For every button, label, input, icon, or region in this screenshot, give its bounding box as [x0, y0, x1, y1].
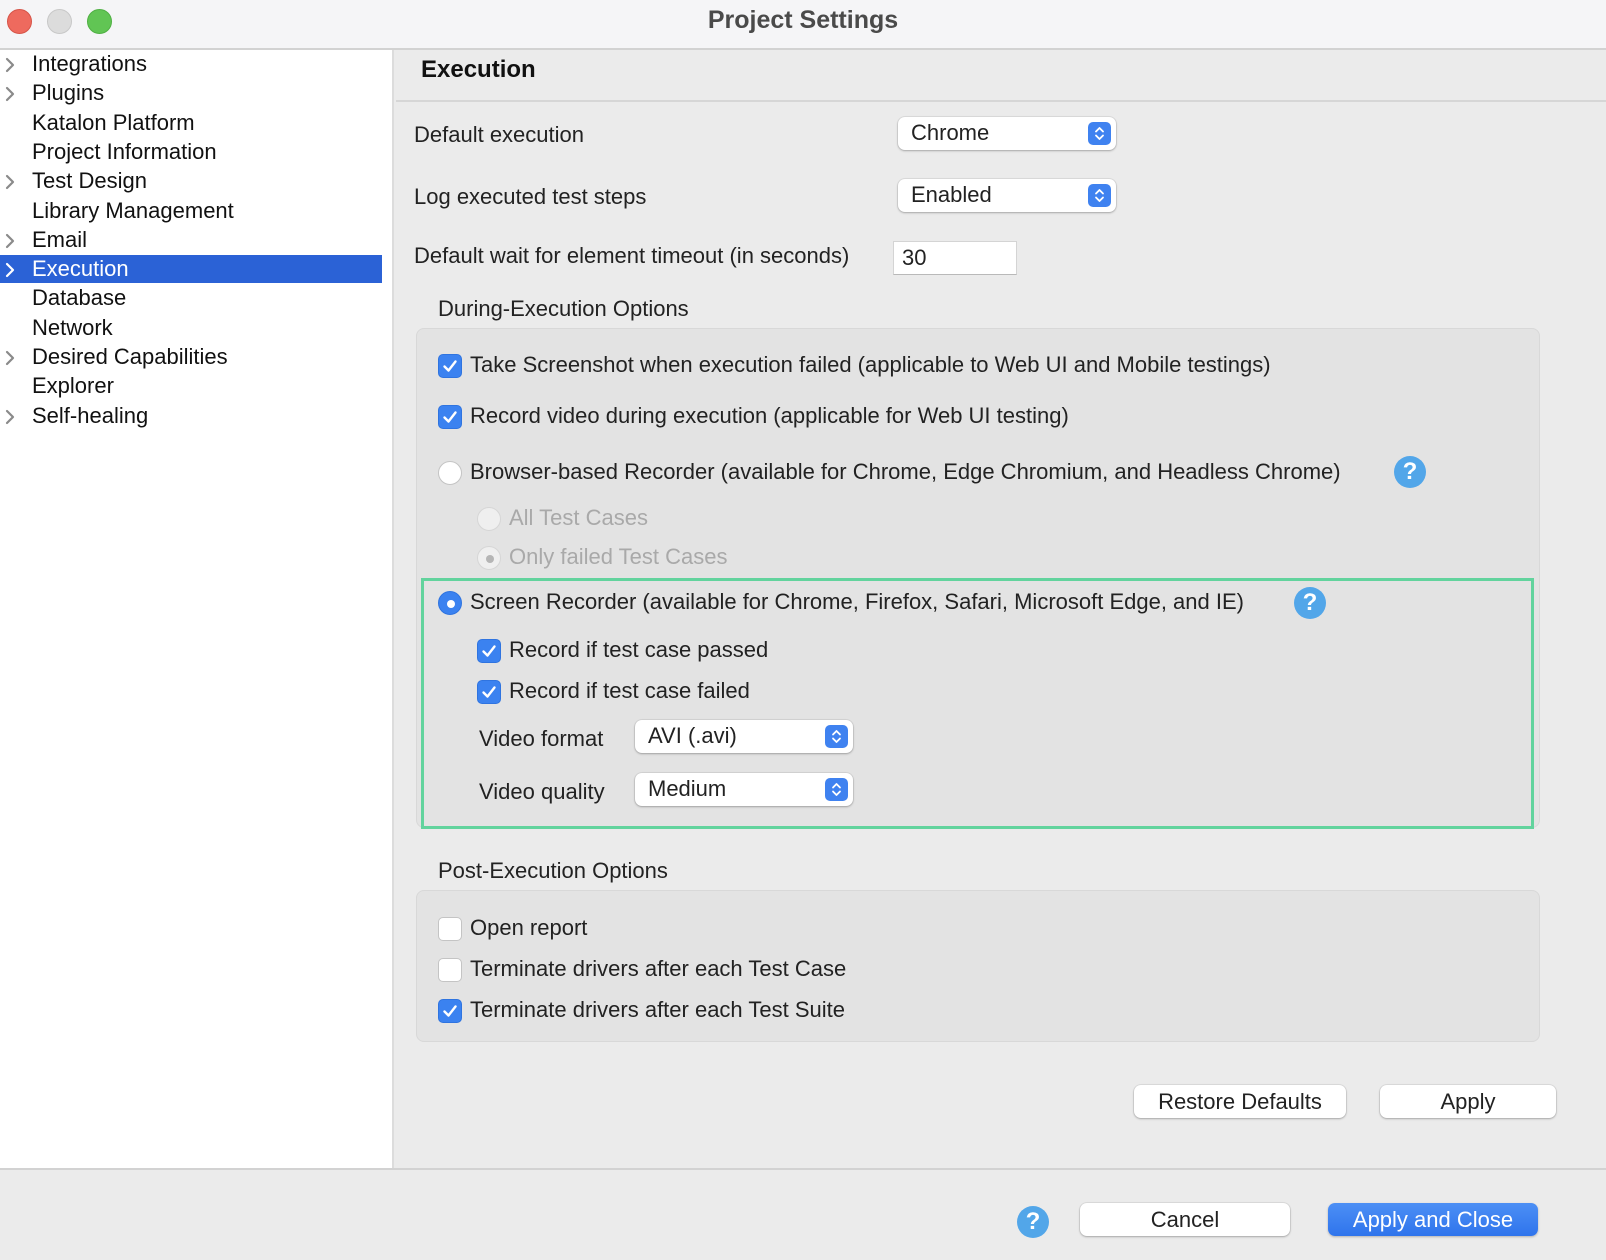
record-passed-checkbox[interactable]: [477, 639, 501, 663]
sidebar-item-label: Project Information: [32, 138, 217, 164]
title-bar: Project Settings: [0, 0, 1606, 50]
record-video-label: Record video during execution (applicabl…: [470, 403, 1069, 428]
default-execution-value: Chrome: [911, 120, 990, 145]
radio-dot: [486, 555, 494, 563]
take-screenshot-checkbox[interactable]: [438, 354, 462, 378]
chevron-right-icon[interactable]: [4, 255, 20, 283]
record-failed-label: Record if test case failed: [509, 678, 750, 703]
sidebar-item-library-management[interactable]: Library Management: [0, 197, 382, 225]
wait-timeout-label: Default wait for element timeout (in sec…: [414, 243, 850, 268]
sidebar-item-label: Email: [32, 226, 88, 252]
restore-defaults-button[interactable]: Restore Defaults: [1134, 1085, 1346, 1118]
default-execution-select[interactable]: Chrome: [898, 117, 1116, 150]
cancel-button[interactable]: Cancel: [1080, 1203, 1290, 1236]
sidebar-item-database[interactable]: Database: [0, 284, 382, 312]
screen-recorder-radio[interactable]: [438, 591, 462, 615]
log-steps-label: Log executed test steps: [414, 184, 647, 209]
only-failed-label: Only failed Test Cases: [509, 544, 728, 569]
select-stepper-icon: [1088, 122, 1111, 145]
video-format-value: AVI (.avi): [648, 723, 737, 748]
all-test-cases-label: All Test Cases: [509, 505, 648, 530]
terminate-suite-checkbox[interactable]: [438, 999, 462, 1023]
chevron-right-icon[interactable]: [4, 343, 20, 371]
select-stepper-icon: [1088, 184, 1111, 207]
radio-dot: [447, 600, 455, 608]
browser-recorder-label: Browser-based Recorder (available for Ch…: [470, 459, 1341, 484]
chevron-right-icon[interactable]: [4, 50, 20, 78]
terminate-case-checkbox[interactable]: [438, 958, 462, 982]
browser-recorder-radio[interactable]: [438, 461, 462, 485]
apply-and-close-button[interactable]: Apply and Close: [1328, 1203, 1538, 1236]
sidebar-item-label: Integrations: [32, 51, 147, 76]
sidebar-item-label: Explorer: [32, 373, 114, 399]
apply-button[interactable]: Apply: [1380, 1085, 1556, 1118]
sidebar-item-label: Self-healing: [32, 402, 149, 428]
sidebar-item-desired-capabilities[interactable]: Desired Capabilities: [0, 343, 382, 371]
default-execution-label: Default execution: [414, 122, 584, 147]
sidebar-item-network[interactable]: Network: [0, 314, 382, 342]
chevron-right-icon[interactable]: [4, 402, 20, 430]
sidebar-item-project-information[interactable]: Project Information: [0, 138, 382, 166]
open-report-checkbox[interactable]: [438, 917, 462, 941]
select-stepper-icon: [825, 725, 848, 748]
screen-recorder-label: Screen Recorder (available for Chrome, F…: [470, 589, 1244, 614]
log-steps-select[interactable]: Enabled: [898, 179, 1116, 212]
page-title: Execution: [421, 56, 536, 83]
execution-settings-panel: Execution Default execution Chrome Log e…: [396, 50, 1606, 1168]
video-quality-label: Video quality: [479, 779, 605, 804]
sidebar-item-label: Execution: [32, 256, 129, 282]
wait-timeout-input[interactable]: [894, 242, 1016, 274]
chevron-right-icon[interactable]: [4, 167, 20, 195]
chevron-right-icon[interactable]: [4, 226, 20, 254]
sidebar-item-label: Test Design: [32, 168, 147, 194]
sidebar-item-label: Desired Capabilities: [32, 344, 228, 369]
sidebar-item-execution[interactable]: Execution: [0, 255, 382, 284]
help-icon[interactable]: ?: [1017, 1206, 1049, 1238]
sidebar-item-self-healing[interactable]: Self-healing: [0, 402, 382, 430]
sidebar-item-katalon-platform[interactable]: Katalon Platform: [0, 109, 382, 137]
sidebar-item-label: Network: [32, 314, 113, 340]
chevron-right-icon[interactable]: [4, 79, 20, 107]
settings-tree: Integrations Plugins Katalon Platform Proje…: [0, 50, 394, 1168]
page-header: Execution: [396, 50, 1606, 102]
record-failed-checkbox[interactable]: [477, 680, 501, 704]
sidebar-item-email[interactable]: Email: [0, 226, 382, 254]
window-title: Project Settings: [707, 6, 899, 34]
terminate-suite-label: Terminate drivers after each Test Suite: [470, 997, 845, 1022]
help-icon[interactable]: ?: [1394, 456, 1426, 488]
sidebar-item-explorer[interactable]: Explorer: [0, 372, 382, 400]
record-video-checkbox[interactable]: [438, 405, 462, 429]
sidebar-item-test-design[interactable]: Test Design: [0, 167, 382, 195]
video-quality-select[interactable]: Medium: [635, 773, 853, 806]
only-failed-radio[interactable]: [477, 546, 501, 570]
video-quality-value: Medium: [648, 776, 727, 801]
wait-timeout-input-wrapper: [893, 241, 1017, 275]
during-execution-title: During-Execution Options: [438, 296, 689, 321]
sidebar-item-label: Plugins: [32, 80, 105, 106]
sidebar-item-plugins[interactable]: Plugins: [0, 79, 382, 107]
sidebar-item-label: Katalon Platform: [32, 109, 195, 135]
open-report-label: Open report: [470, 915, 588, 940]
video-format-label: Video format: [479, 726, 604, 751]
post-execution-title: Post-Execution Options: [438, 858, 668, 883]
sidebar-item-integrations[interactable]: Integrations: [0, 50, 382, 78]
sidebar-item-label: Library Management: [32, 197, 234, 223]
record-passed-label: Record if test case passed: [509, 637, 769, 662]
take-screenshot-label: Take Screenshot when execution failed (a…: [470, 352, 1271, 377]
log-steps-value: Enabled: [911, 182, 992, 207]
dialog-footer: ? Cancel Apply and Close: [0, 1168, 1606, 1260]
terminate-case-label: Terminate drivers after each Test Case: [470, 956, 847, 981]
all-test-cases-radio[interactable]: [477, 507, 501, 531]
video-format-select[interactable]: AVI (.avi): [635, 720, 853, 753]
help-icon[interactable]: ?: [1294, 587, 1326, 619]
sidebar-item-label: Database: [32, 285, 127, 311]
select-stepper-icon: [825, 778, 848, 801]
